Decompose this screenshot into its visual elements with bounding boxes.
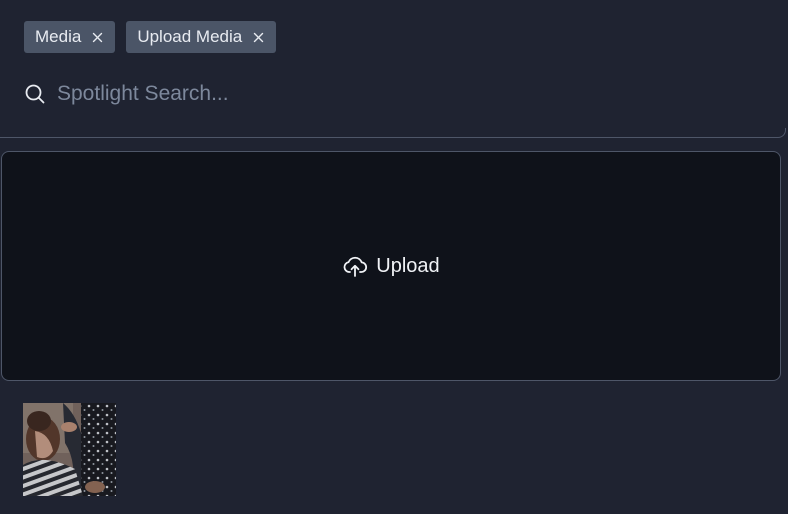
search-icon (24, 83, 46, 105)
tag-media[interactable]: Media (24, 21, 116, 53)
upload-button[interactable]: Upload (342, 253, 440, 279)
search-input[interactable] (57, 82, 457, 106)
tag-label: Upload Media (137, 27, 243, 46)
media-upload-panel: Media Upload Media Spotlight Search... U… (0, 0, 788, 514)
cloud-upload-icon (342, 253, 368, 279)
tag-label: Media (35, 27, 82, 46)
upload-dropzone[interactable]: Upload (1, 151, 781, 381)
photo-image (23, 403, 116, 496)
tag-upload-media[interactable]: Upload Media (126, 21, 277, 53)
close-icon[interactable] (252, 31, 264, 43)
spotlight-search (24, 82, 457, 106)
filter-tags: Media Upload Media (24, 21, 277, 53)
media-thumbnail[interactable] (23, 403, 116, 496)
close-icon[interactable] (91, 31, 103, 43)
upload-label: Upload (376, 254, 440, 277)
section-divider (0, 128, 786, 138)
